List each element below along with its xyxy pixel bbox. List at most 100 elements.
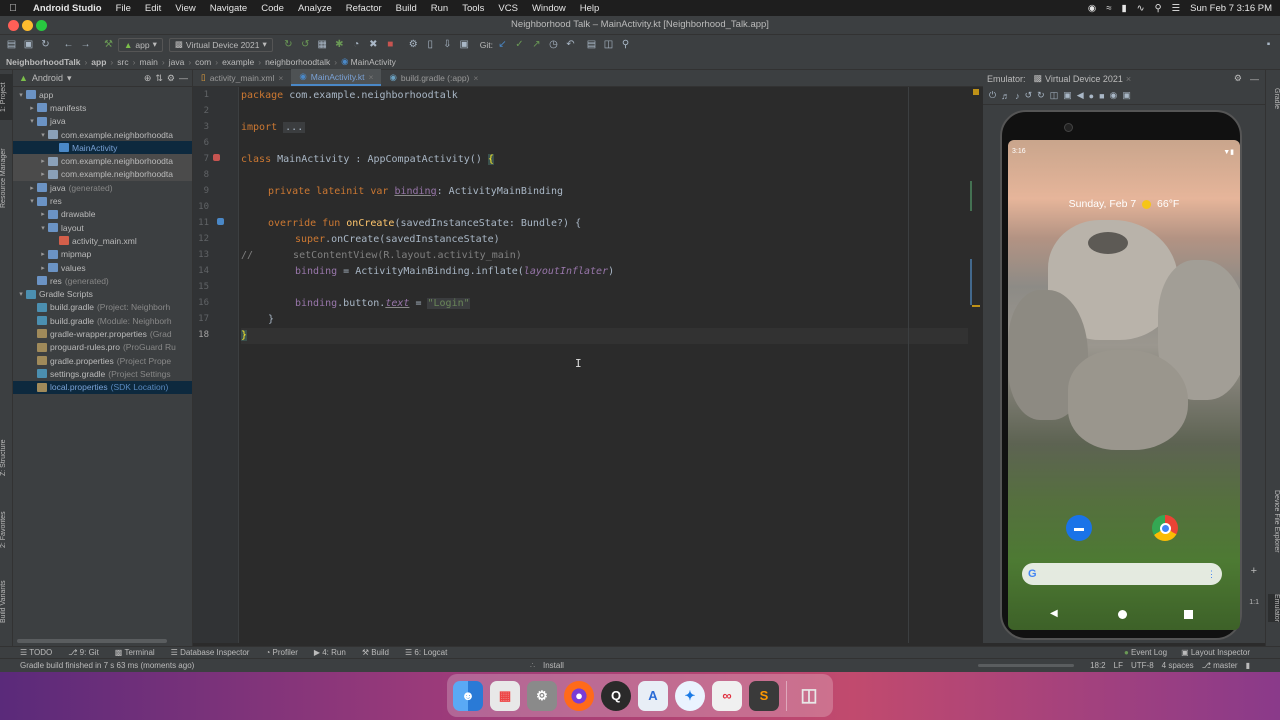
screenshot-icon[interactable]: ▣	[1063, 90, 1072, 101]
menu-view[interactable]: View	[168, 3, 202, 14]
line-number[interactable]: 3	[193, 122, 209, 132]
menu-run[interactable]: Run	[424, 3, 455, 14]
device-select[interactable]: ▩ Virtual Device 2021 ▾	[168, 37, 273, 52]
tool-database-inspector[interactable]: ☰ Database Inspector	[171, 648, 250, 657]
control-center-icon[interactable]: ☰	[1172, 3, 1181, 14]
override-icon[interactable]	[217, 218, 224, 225]
nav-overview-icon[interactable]	[1184, 610, 1193, 619]
tool-window-gradle[interactable]: Gradle	[1268, 88, 1280, 109]
clock[interactable]: Sun Feb 7 3:16 PM	[1190, 3, 1272, 14]
chevron-down-icon[interactable]: ▾	[16, 290, 26, 298]
attach-debugger-icon[interactable]: ✖	[366, 37, 381, 52]
line-number[interactable]: 10	[193, 202, 209, 212]
project-view-select[interactable]: Android	[32, 73, 63, 83]
status-task[interactable]: Install	[543, 661, 564, 670]
warning-marker[interactable]	[973, 89, 979, 95]
nav-back-icon[interactable]: ◀	[1050, 608, 1058, 619]
rotate-right-icon[interactable]: ↻	[1037, 90, 1045, 101]
line-number[interactable]: 12	[193, 234, 209, 244]
zoom-plus-icon[interactable]: +	[1251, 565, 1257, 577]
tree-item[interactable]: ▾ res	[13, 194, 192, 207]
avd-manager-icon[interactable]: ▯	[423, 37, 438, 52]
status-message[interactable]: Gradle build finished in 7 s 63 ms (mome…	[20, 661, 194, 670]
chevron-down-icon[interactable]: ▾	[67, 73, 72, 84]
locate-icon[interactable]: ⊕	[144, 73, 152, 84]
tree-item[interactable]: proguard-rules.pro (ProGuard Ru	[13, 341, 192, 354]
app-menu[interactable]: Android Studio	[26, 3, 109, 14]
tree-item[interactable]: ▾ com.example.neighborhoodta	[13, 128, 192, 141]
menu-file[interactable]: File	[109, 3, 138, 14]
tree-item[interactable]: local.properties (SDK Location)	[13, 380, 192, 394]
breadcrumb-item[interactable]: example	[222, 57, 254, 67]
tree-item[interactable]: ▾ java	[13, 115, 192, 128]
tree-item[interactable]: ▸ manifests	[13, 101, 192, 114]
sync-icon[interactable]: ↻	[38, 37, 53, 52]
search-everywhere-icon[interactable]: ⚲	[618, 37, 633, 52]
breadcrumb-item[interactable]: NeighborhoodTalk	[6, 57, 80, 67]
breadcrumb-item[interactable]: com	[195, 57, 211, 67]
lock-icon[interactable]: ▮	[1246, 661, 1250, 670]
overview-icon[interactable]: ■	[1099, 91, 1104, 101]
tree-item[interactable]: ▸ com.example.neighborhoodta	[13, 167, 192, 182]
tree-item[interactable]: MainActivity	[13, 141, 192, 155]
menu-refactor[interactable]: Refactor	[339, 3, 389, 14]
line-number[interactable]: 6	[193, 138, 209, 148]
google-search-bar[interactable]: G ⋮	[1022, 563, 1222, 585]
editor-gutter[interactable]: 1 2 3 6 7 8 9 10 11 12 13 14 15 16 17 18	[193, 87, 254, 643]
tree-item[interactable]: ▸ com.example.neighborhoodta	[13, 154, 192, 168]
quicktime-icon[interactable]: Q	[601, 680, 631, 711]
tab-emulator-device[interactable]: ▩ Virtual Device 2021 ×	[1034, 73, 1132, 84]
apply-code-changes-icon[interactable]: ↺	[298, 37, 313, 52]
menu-tools[interactable]: Tools	[455, 3, 491, 14]
chevron-down-icon[interactable]: ▾	[38, 131, 48, 139]
tree-item[interactable]: gradle.properties (Project Prope	[13, 354, 192, 367]
line-number[interactable]: 2	[193, 106, 209, 116]
gradle-sync-icon[interactable]: ⚙	[406, 37, 421, 52]
menu-build[interactable]: Build	[389, 3, 424, 14]
tool-window-structure[interactable]: Z: Structure	[0, 428, 13, 488]
tree-item[interactable]: settings.gradle (Project Settings	[13, 367, 192, 380]
tool-window-resource-manager[interactable]: Resource Manager	[0, 138, 13, 218]
fold-icon[interactable]: ◫	[1050, 90, 1059, 101]
tree-item[interactable]: ▾ layout	[13, 221, 192, 234]
tool-event-log[interactable]: ● Event Log	[1124, 648, 1167, 657]
close-icon[interactable]: ×	[278, 73, 283, 83]
file-encoding[interactable]: UTF-8	[1131, 661, 1154, 670]
layout-icon[interactable]: ◫	[601, 37, 616, 52]
android-studio-icon[interactable]: A	[638, 680, 668, 711]
menu-edit[interactable]: Edit	[138, 3, 168, 14]
save-icon[interactable]: ▣	[21, 37, 36, 52]
collapse-all-icon[interactable]: ⇅	[155, 73, 163, 84]
line-number[interactable]: 9	[193, 186, 209, 196]
code-editor[interactable]: package com.example.neighborhoodtalk imp…	[241, 87, 983, 643]
breadcrumb-item[interactable]: java	[169, 57, 185, 67]
tool-run[interactable]: ▶ 4: Run	[314, 648, 346, 657]
chevron-down-icon[interactable]: ▾	[38, 224, 48, 232]
chevron-down-icon[interactable]: ▾	[27, 117, 37, 125]
menu-analyze[interactable]: Analyze	[291, 3, 339, 14]
tool-logcat[interactable]: ☰ 6: Logcat	[405, 648, 447, 657]
apple-icon[interactable]: 	[0, 3, 26, 14]
messages-app-icon[interactable]: ▬	[1066, 515, 1092, 541]
glance-widget[interactable]: Sunday, Feb 7 66°F	[1008, 198, 1240, 210]
chevron-right-icon[interactable]: ▸	[38, 264, 48, 272]
tree-item[interactable]: ▸ mipmap	[13, 248, 192, 261]
breadcrumb-item[interactable]: neighborhoodtalk	[265, 57, 330, 67]
git-rollback-icon[interactable]: ↶	[563, 37, 578, 52]
tree-item[interactable]: build.gradle (Module: Neighborh	[13, 314, 192, 327]
system-preferences-icon[interactable]: ⚙	[527, 680, 557, 711]
sdk-manager-icon[interactable]: ⇩	[440, 37, 455, 52]
tool-layout-inspector[interactable]: ▣ Layout Inspector	[1181, 648, 1250, 657]
chevron-right-icon[interactable]: ▸	[38, 250, 48, 258]
search-icon[interactable]: ⚲	[1155, 3, 1162, 14]
safari-icon[interactable]: ✦	[675, 680, 705, 711]
git-branch[interactable]: ⎇ master	[1202, 661, 1238, 670]
tool-window-favorites[interactable]: 2: Favorites	[0, 500, 13, 560]
close-icon[interactable]: ×	[1126, 74, 1131, 84]
horizontal-scrollbar[interactable]	[17, 639, 167, 643]
menu-window[interactable]: Window	[525, 3, 573, 14]
hide-icon[interactable]: —	[179, 73, 188, 83]
menu-help[interactable]: Help	[573, 3, 607, 14]
tool-git[interactable]: ⎇ 9: Git	[68, 648, 99, 657]
run-config-select[interactable]: ▲ app ▾	[118, 37, 163, 52]
